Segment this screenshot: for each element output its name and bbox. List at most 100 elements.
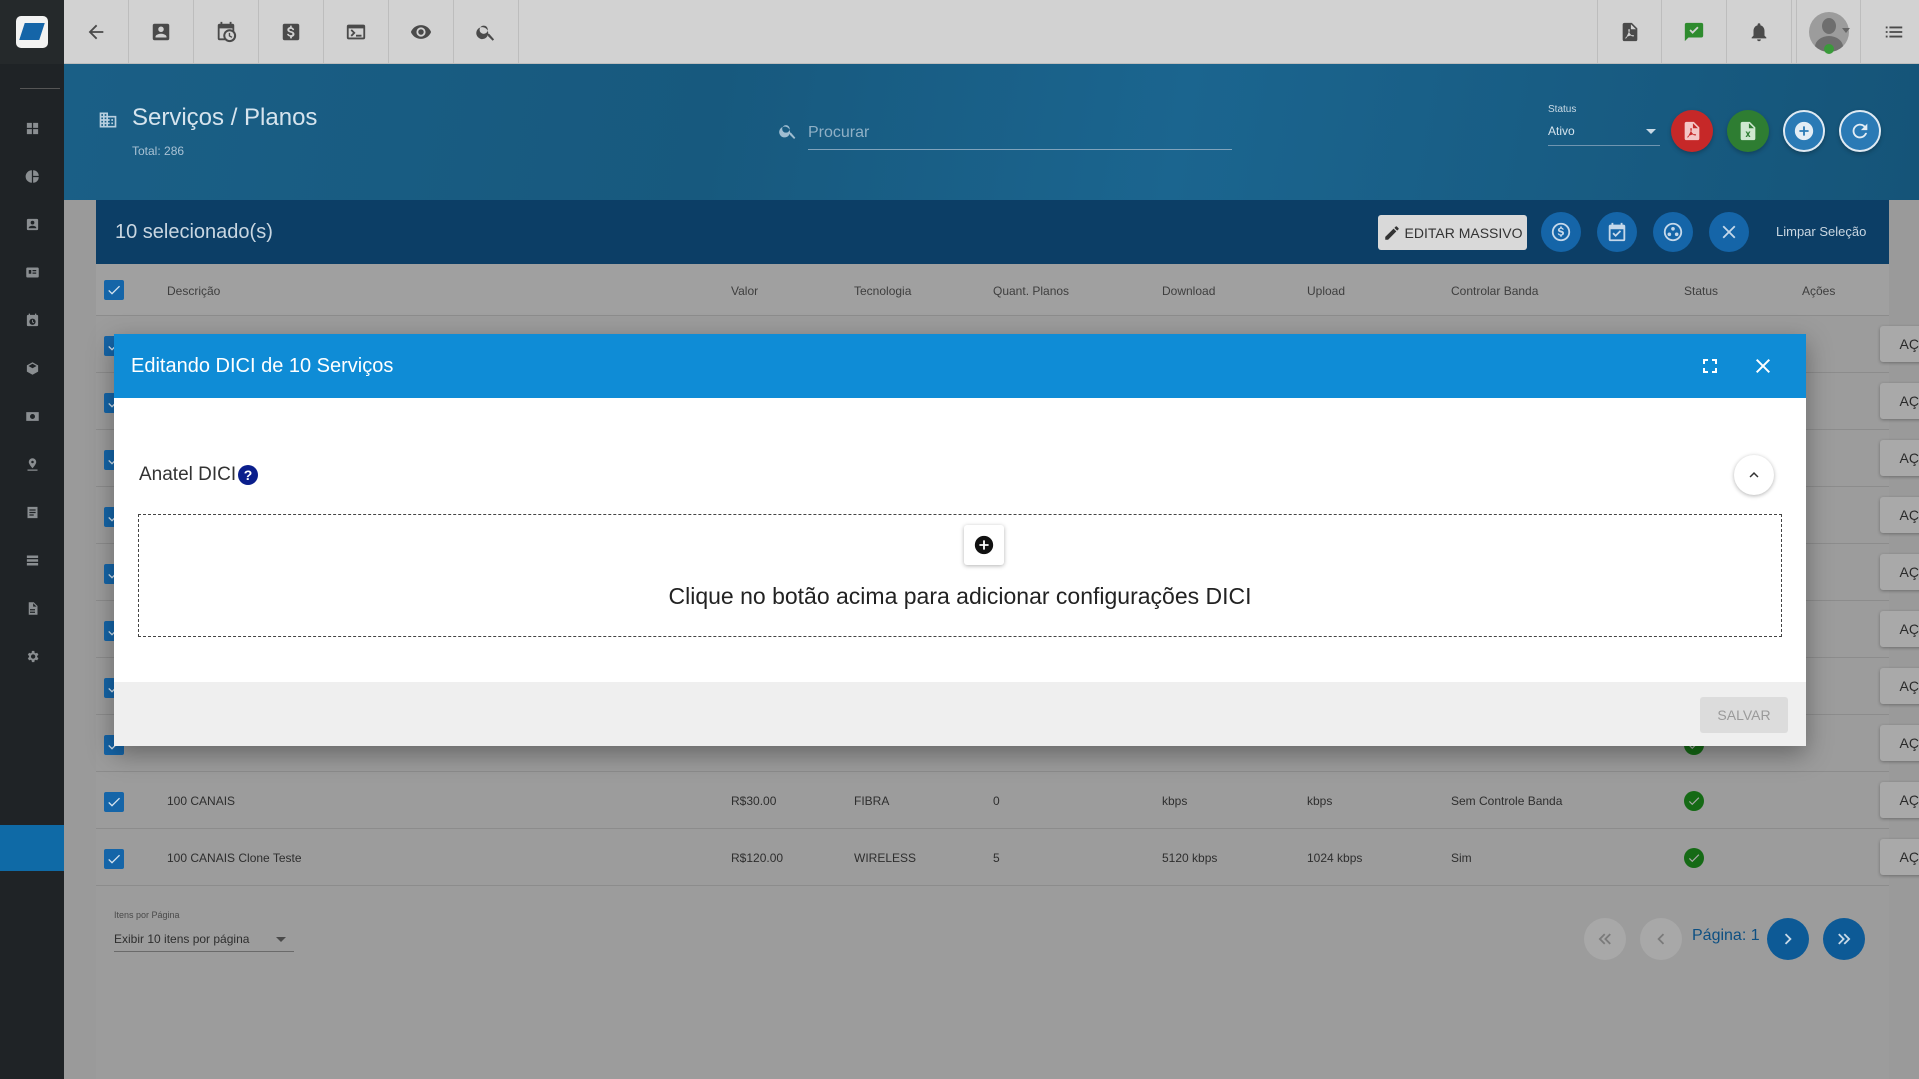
sidebar-item-clients[interactable] <box>0 204 64 244</box>
cash-icon <box>25 411 39 421</box>
sidebar-item-inventory[interactable] <box>0 348 64 388</box>
select-all-checkbox[interactable] <box>104 280 124 300</box>
cell-download: kbps <box>1162 794 1188 808</box>
sidebar-item-documents[interactable] <box>0 492 64 532</box>
row-actions-button[interactable]: AÇÕES <box>1880 668 1919 704</box>
sidebar-item-settings[interactable] <box>0 636 64 676</box>
sidebar-item-dashboard[interactable] <box>0 108 64 148</box>
status-filter-select[interactable]: Ativo <box>1548 120 1660 146</box>
server-icon <box>26 555 38 565</box>
column-header-tecnologia[interactable]: Tecnologia <box>854 284 911 298</box>
chat-check-icon <box>1684 22 1704 42</box>
document-list-icon <box>27 506 37 518</box>
logo-mark <box>16 16 48 48</box>
row-actions-button[interactable]: AÇÕES <box>1880 440 1919 476</box>
list-menu-icon <box>1885 26 1902 38</box>
row-actions-button[interactable]: AÇÕES <box>1880 497 1919 533</box>
sidebar-item-network[interactable] <box>0 540 64 580</box>
close-icon <box>1756 359 1770 373</box>
column-header-quant-planos[interactable]: Quant. Planos <box>993 284 1069 298</box>
chevron-down-icon <box>276 937 286 942</box>
export-excel-button[interactable] <box>1727 110 1769 152</box>
row-actions-button[interactable]: AÇÕES <box>1880 782 1919 818</box>
terminal-button[interactable] <box>324 0 389 64</box>
sidebar-item-finance[interactable] <box>0 396 64 436</box>
first-page-button[interactable] <box>1584 918 1626 960</box>
sidebar-item-users[interactable] <box>0 444 64 484</box>
sidebar-item-schedule[interactable] <box>0 300 64 340</box>
pdf-report-button[interactable] <box>1597 0 1662 64</box>
sidebar-item-reports[interactable] <box>0 156 64 196</box>
last-page-button[interactable] <box>1823 918 1865 960</box>
clear-selection-link[interactable]: Limpar Seleção <box>1776 224 1866 239</box>
row-actions-button[interactable]: AÇÕES <box>1880 725 1919 761</box>
check-icon <box>108 854 120 864</box>
column-header-descricao[interactable]: Descrição <box>167 284 220 298</box>
column-header-upload[interactable]: Upload <box>1307 284 1345 298</box>
column-header-controlar-banda[interactable]: Controlar Banda <box>1451 284 1538 298</box>
modal-footer: SALVAR <box>114 682 1806 746</box>
messages-button[interactable] <box>1662 0 1727 64</box>
row-checkbox[interactable] <box>104 792 124 812</box>
help-icon[interactable]: ? <box>238 465 258 485</box>
notifications-button[interactable] <box>1727 0 1792 64</box>
file-pdf-icon <box>1684 121 1700 141</box>
back-button[interactable] <box>64 0 129 64</box>
cell-descricao: 100 CANAIS Clone Teste <box>167 851 302 865</box>
column-header-download[interactable]: Download <box>1162 284 1215 298</box>
table-row: 100 CANAIS Clone Teste R$120.00 WIRELESS… <box>96 829 1919 886</box>
column-header-valor[interactable]: Valor <box>731 284 758 298</box>
pie-chart-icon <box>25 169 39 183</box>
refresh-button[interactable] <box>1839 110 1881 152</box>
maximize-button[interactable] <box>1698 354 1722 378</box>
app-root: Serviços / Planos Total: 286 Status Ativ… <box>0 0 1919 1079</box>
search-input[interactable] <box>808 116 1232 150</box>
file-excel-icon <box>1740 121 1756 141</box>
dici-edit-modal: Editando DICI de 10 Serviços Anatel DICI… <box>114 334 1806 746</box>
export-pdf-button[interactable] <box>1671 110 1713 152</box>
sidebar-item-contracts[interactable] <box>0 252 64 292</box>
edit-mass-button[interactable]: EDITAR MASSIVO <box>1378 215 1527 250</box>
bulk-dici-button[interactable] <box>1653 212 1693 252</box>
main-menu-button[interactable] <box>1861 0 1919 64</box>
items-per-page-select[interactable]: Exibir 10 itens por página <box>114 926 294 952</box>
finance-button[interactable] <box>259 0 324 64</box>
section-title: Anatel DICI <box>139 464 237 485</box>
bulk-cancel-button[interactable] <box>1709 212 1749 252</box>
next-page-button[interactable] <box>1767 918 1809 960</box>
file-icon <box>28 601 37 615</box>
app-logo[interactable] <box>0 0 64 64</box>
row-actions-button[interactable]: AÇÕES <box>1880 611 1919 647</box>
monitor-button[interactable] <box>389 0 454 64</box>
global-search-button[interactable] <box>454 0 519 64</box>
collapse-section-button[interactable] <box>1734 455 1774 495</box>
page-title: Serviços / Planos <box>132 104 318 131</box>
row-actions-button[interactable]: AÇÕES <box>1880 554 1919 590</box>
save-button[interactable]: SALVAR <box>1700 697 1788 733</box>
add-dici-config-button[interactable] <box>964 525 1004 565</box>
modal-close-button[interactable] <box>1751 354 1775 378</box>
dollar-circle-icon <box>1551 222 1571 242</box>
status-active-icon <box>1684 791 1704 811</box>
sidebar-item-files[interactable] <box>0 588 64 628</box>
schedule-button[interactable] <box>194 0 259 64</box>
row-actions-button[interactable]: AÇÕES <box>1880 326 1919 362</box>
contacts-button[interactable] <box>129 0 194 64</box>
modal-title: Editando DICI de 10 Serviços <box>131 355 394 377</box>
bulk-schedule-button[interactable] <box>1597 212 1637 252</box>
check-icon <box>1688 854 1700 863</box>
add-service-button[interactable] <box>1783 110 1825 152</box>
sidebar-item-active[interactable] <box>0 825 64 871</box>
fullscreen-icon <box>1703 359 1717 373</box>
chevron-up-icon <box>1749 472 1759 478</box>
bulk-price-button[interactable] <box>1541 212 1581 252</box>
row-actions-button[interactable]: AÇÕES <box>1880 839 1919 875</box>
row-actions-button[interactable]: AÇÕES <box>1880 383 1919 419</box>
table-row: 100 CANAIS R$30.00 FIBRA 0 kbps kbps Sem… <box>96 772 1919 829</box>
column-header-status[interactable]: Status <box>1684 284 1718 298</box>
previous-page-button[interactable] <box>1640 918 1682 960</box>
calendar-check-icon <box>1608 222 1626 242</box>
user-menu[interactable] <box>1796 0 1861 64</box>
row-checkbox[interactable] <box>104 849 124 869</box>
online-status-dot <box>1824 44 1834 54</box>
